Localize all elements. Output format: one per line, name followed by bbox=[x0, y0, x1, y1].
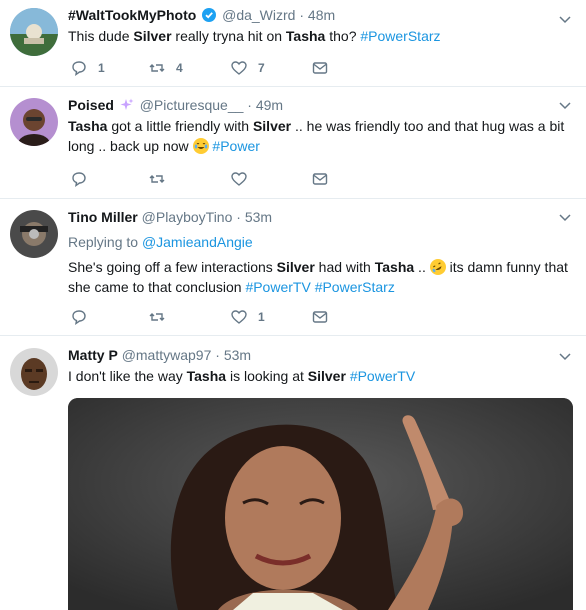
rofl-emoji bbox=[429, 259, 446, 275]
hashtag-link[interactable]: #PowerTV bbox=[245, 279, 310, 295]
caret-down-icon[interactable] bbox=[558, 210, 572, 224]
hashtag-link[interactable]: #Power bbox=[212, 138, 259, 154]
separator-dot: · bbox=[236, 209, 241, 225]
caret-down-icon[interactable] bbox=[558, 98, 572, 112]
direct-message-icon bbox=[312, 62, 328, 74]
retweet-icon bbox=[149, 175, 165, 183]
tweet-1[interactable]: #WaltTookMyPhoto @da_Wizrd · 48m This du… bbox=[0, 0, 586, 87]
retweet-button[interactable] bbox=[148, 307, 176, 327]
reply-icon bbox=[72, 310, 86, 326]
display-name[interactable]: Tino Miller bbox=[68, 209, 138, 225]
like-icon bbox=[231, 172, 247, 186]
like-count: 7 bbox=[258, 61, 265, 75]
retweet-button[interactable] bbox=[148, 169, 176, 189]
reply-icon bbox=[72, 172, 86, 188]
avatar[interactable] bbox=[10, 348, 58, 396]
separator-dot: · bbox=[215, 347, 220, 363]
mention-link[interactable]: @JamieandAngie bbox=[142, 234, 253, 250]
separator-dot: · bbox=[299, 7, 305, 23]
hashtag-link[interactable]: #PowerStarz bbox=[315, 279, 395, 295]
like-button[interactable]: 1 bbox=[230, 307, 265, 327]
display-name[interactable]: Matty P bbox=[68, 347, 118, 363]
like-button[interactable] bbox=[230, 169, 258, 189]
avatar[interactable] bbox=[10, 210, 58, 258]
reply-count: 1 bbox=[98, 61, 105, 75]
hashtag-link[interactable]: #PowerTV bbox=[350, 368, 415, 384]
direct-message-button[interactable] bbox=[311, 169, 329, 189]
reply-icon bbox=[72, 61, 86, 77]
tweet-2[interactable]: Poised @Picturesque__ · 49m Tasha got a … bbox=[0, 87, 586, 199]
reply-button[interactable]: 1 bbox=[70, 58, 105, 78]
retweet-icon bbox=[149, 64, 165, 72]
tears-of-joy-emoji bbox=[192, 138, 209, 154]
timestamp[interactable]: 48m bbox=[308, 7, 335, 23]
caret-down-icon[interactable] bbox=[558, 349, 572, 363]
user-handle[interactable]: @mattywap97 bbox=[122, 347, 212, 363]
like-icon bbox=[231, 310, 247, 324]
media-gif[interactable] bbox=[68, 398, 573, 610]
like-button[interactable]: 7 bbox=[230, 58, 265, 78]
timestamp[interactable]: 49m bbox=[256, 97, 283, 113]
like-icon bbox=[231, 61, 247, 75]
user-handle[interactable]: @da_Wizrd bbox=[222, 7, 295, 23]
reply-button[interactable] bbox=[70, 307, 98, 327]
sparkles-icon bbox=[120, 98, 134, 110]
like-count: 1 bbox=[258, 310, 265, 324]
display-name[interactable]: #WaltTookMyPhoto bbox=[68, 7, 196, 23]
tweet-text: I don't like the way Tasha is looking at… bbox=[68, 368, 416, 384]
tweet-text: Tasha got a little friendly with Silver … bbox=[68, 118, 565, 154]
retweet-icon bbox=[149, 313, 165, 321]
timestamp[interactable]: 53m bbox=[245, 209, 272, 225]
verified-badge-icon bbox=[202, 8, 217, 22]
timestamp[interactable]: 53m bbox=[224, 347, 251, 363]
tweet-text: This dude Silver really tryna hit on Tas… bbox=[68, 28, 441, 44]
direct-message-button[interactable] bbox=[311, 307, 329, 327]
separator-dot: · bbox=[247, 97, 252, 113]
reply-button[interactable] bbox=[70, 169, 98, 189]
tweet-3[interactable]: Tino Miller @PlayboyTino · 53m Replying … bbox=[0, 199, 586, 336]
direct-message-button[interactable] bbox=[311, 58, 329, 78]
retweet-button[interactable]: 4 bbox=[148, 58, 183, 78]
user-handle[interactable]: @Picturesque__ bbox=[140, 97, 244, 113]
avatar[interactable] bbox=[10, 98, 58, 146]
tweet-text: She's going off a few interactions Silve… bbox=[68, 259, 568, 295]
user-handle[interactable]: @PlayboyTino bbox=[142, 209, 233, 225]
retweet-count: 4 bbox=[176, 61, 183, 75]
gif-image bbox=[68, 398, 573, 610]
caret-down-icon[interactable] bbox=[558, 12, 572, 26]
avatar[interactable] bbox=[10, 8, 58, 56]
direct-message-icon bbox=[312, 311, 328, 323]
display-name[interactable]: Poised bbox=[68, 97, 114, 113]
replying-to: Replying to @JamieandAngie bbox=[68, 234, 253, 250]
direct-message-icon bbox=[312, 173, 328, 185]
hashtag-link[interactable]: #PowerStarz bbox=[360, 28, 440, 44]
